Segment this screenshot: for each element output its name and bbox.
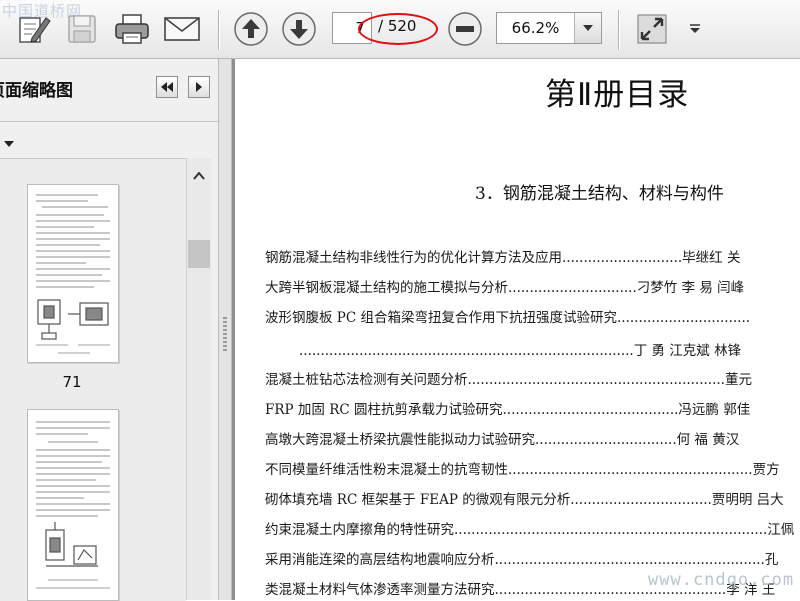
watermark-url: www.cndqo.com: [648, 570, 795, 590]
toc-entry[interactable]: 混凝土桩钻芯法检测有关问题分析.........................…: [265, 368, 800, 388]
sidebar-divider: [0, 121, 218, 122]
zoom-out-icon[interactable]: [446, 10, 484, 48]
toc-entry[interactable]: 砌体填充墙 RC 框架基于 FEAP 的微观有限元分析.............…: [265, 488, 800, 508]
toolbar-separator: [218, 10, 219, 50]
zoom-value[interactable]: 66.2%: [497, 13, 574, 43]
toolbar-separator: [618, 10, 619, 50]
section-heading: 3．钢筋混凝土结构、材料与构件: [475, 184, 724, 204]
toc-entry[interactable]: 钢筋混凝土结构非线性行为的优化计算方法及应用..................…: [265, 246, 800, 266]
page-thumbnail[interactable]: [27, 409, 119, 601]
fullscreen-icon[interactable]: [632, 10, 672, 48]
collapse-sidebar-button[interactable]: [156, 76, 178, 98]
document-view[interactable]: 第Ⅱ册目录 3．钢筋混凝土结构、材料与构件 钢筋混凝土结构非线性行为的优化计算方…: [232, 59, 800, 600]
options-dropdown-icon[interactable]: [4, 133, 14, 152]
toc-entry[interactable]: 波形钢腹板 PC 组合箱梁弯扭复合作用下抗扭强度试验研究............…: [265, 306, 800, 326]
toc-entry[interactable]: 采用消能连梁的高层结构地震响应分析.......................…: [265, 548, 800, 568]
zoom-dropdown-icon[interactable]: [574, 13, 601, 43]
pane-splitter[interactable]: [218, 59, 232, 600]
toc-entry[interactable]: 高墩大跨混凝土桥梁抗震性能拟动力试验研究....................…: [265, 428, 800, 448]
print-icon[interactable]: [110, 11, 154, 47]
next-page-icon[interactable]: [280, 10, 318, 48]
highlight-ellipse: [358, 13, 438, 45]
toc-entry[interactable]: FRP 加固 RC 圆柱抗剪承载力试验研究...................…: [265, 398, 800, 418]
email-icon[interactable]: [160, 11, 204, 47]
toolbar: 中国道桥网 7 / 520 66.2%: [0, 0, 800, 59]
splitter-grip-icon: [223, 317, 227, 353]
toc-entry[interactable]: 不同模量纤维活性粉末混凝土的抗弯韧性......................…: [265, 458, 800, 478]
toc-entry[interactable]: 约束混凝土内摩擦角的特性研究..........................…: [265, 518, 800, 538]
right-arrow-icon: [196, 82, 202, 92]
thumbnail-page-label: 71: [62, 373, 82, 391]
toolbar-menu-icon[interactable]: [684, 18, 706, 40]
toc-entry[interactable]: ........................................…: [299, 339, 800, 359]
sidebar-next-button[interactable]: [188, 76, 210, 98]
document-title: 第Ⅱ册目录: [545, 77, 690, 113]
thumbnail-list: 71: [0, 158, 186, 601]
double-left-arrow-icon: [161, 82, 173, 92]
document-page: 第Ⅱ册目录 3．钢筋混凝土结构、材料与构件 钢筋混凝土结构非线性行为的优化计算方…: [235, 59, 800, 600]
thumbnail-scrollbar[interactable]: [186, 158, 211, 600]
page-thumbnail[interactable]: [27, 184, 119, 363]
scroll-up-icon[interactable]: [187, 166, 211, 186]
toc-entry[interactable]: 大跨半钢板混凝土结构的施工模拟与分析......................…: [265, 276, 800, 296]
scrollbar-thumb[interactable]: [188, 240, 210, 268]
zoom-combobox[interactable]: 66.2%: [496, 12, 602, 44]
sidebar-title: 页面缩略图: [0, 81, 73, 101]
save-icon[interactable]: [62, 11, 102, 47]
edit-icon[interactable]: [14, 11, 54, 47]
thumbnail-sidebar: 页面缩略图: [0, 59, 222, 601]
previous-page-icon[interactable]: [232, 10, 270, 48]
